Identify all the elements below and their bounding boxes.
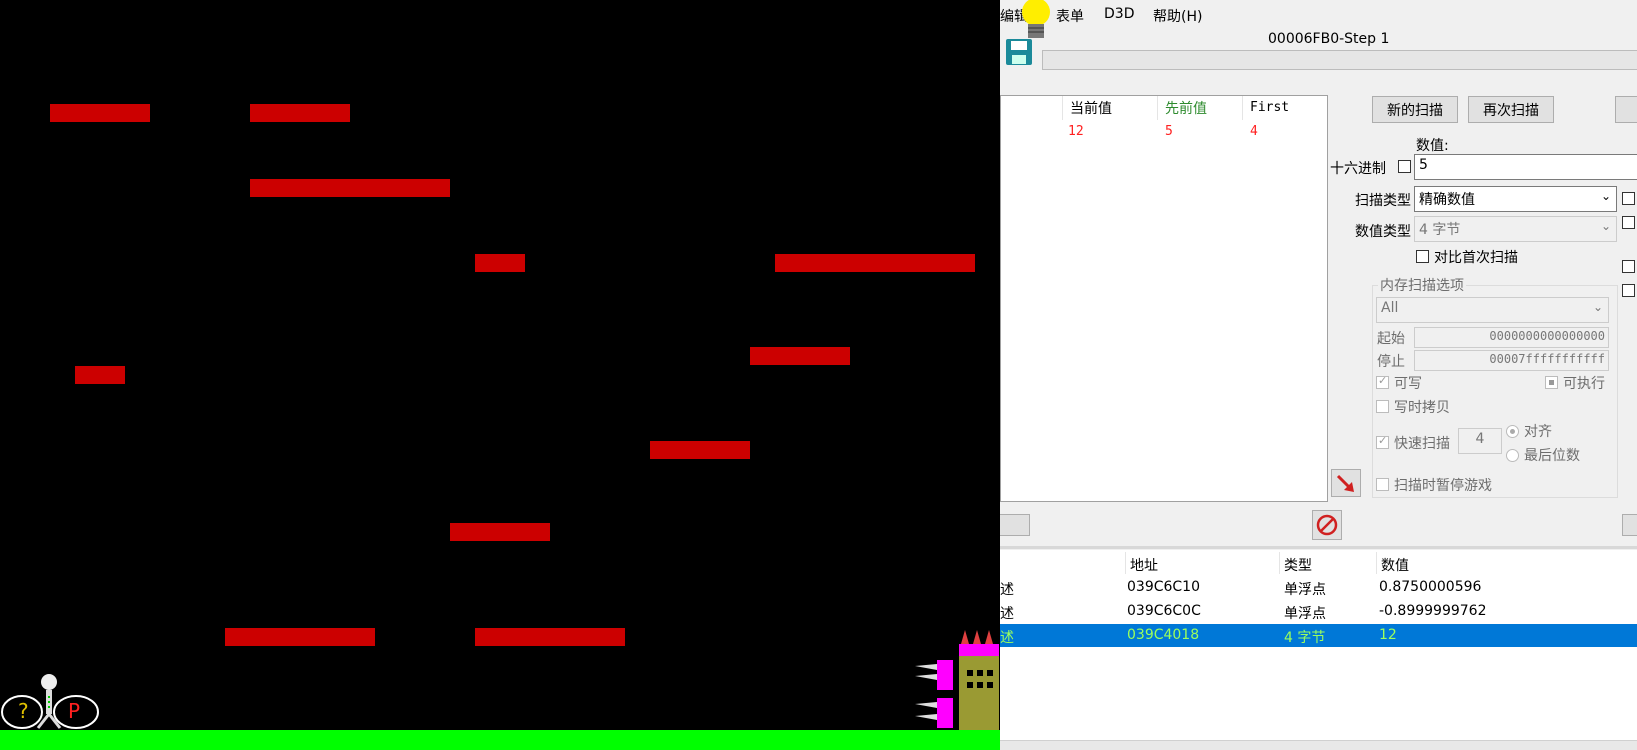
chevron-down-icon: ⌄ — [1592, 300, 1603, 314]
column-value[interactable]: 数值 — [1381, 555, 1409, 575]
entry-description[interactable]: 述 — [1000, 603, 1014, 623]
entry-type[interactable]: 4 字节 — [1284, 627, 1325, 647]
writable-checkbox[interactable]: ✓ — [1376, 374, 1389, 389]
menu-table[interactable]: 表单 — [1056, 6, 1084, 26]
copy-on-write-checkbox[interactable] — [1376, 400, 1389, 413]
entry-value[interactable]: -0.8999999762 — [1379, 603, 1486, 619]
platform — [450, 523, 550, 541]
platform — [225, 628, 375, 646]
value-label: 数值: — [1416, 138, 1449, 154]
start-label: 起始 — [1377, 331, 1405, 347]
column-current-value[interactable]: 当前值 — [1070, 98, 1112, 118]
value-input[interactable]: 5 — [1414, 154, 1637, 180]
column-first-value[interactable]: First — [1250, 100, 1289, 115]
horizontal-scrollbar[interactable] — [1000, 740, 1637, 750]
next-scan-button[interactable]: 再次扫描 — [1468, 96, 1554, 123]
platform — [775, 254, 975, 272]
scan-type-label: 扫描类型 — [1355, 193, 1411, 209]
memory-view-button[interactable] — [1000, 514, 1030, 536]
column-type[interactable]: 类型 — [1284, 555, 1312, 575]
writable-label: 可写 — [1394, 376, 1422, 392]
compare-first-checkbox[interactable] — [1416, 250, 1429, 263]
fast-scan-checkbox[interactable]: ✓ — [1376, 434, 1389, 449]
entry-address[interactable]: 039C4018 — [1127, 627, 1199, 643]
entry-type[interactable]: 单浮点 — [1284, 603, 1326, 623]
compare-first-label: 对比首次扫描 — [1434, 250, 1518, 266]
executable-label: 可执行 — [1563, 376, 1605, 392]
menu-d3d[interactable]: D3D — [1104, 6, 1134, 22]
column-previous-value[interactable]: 先前值 — [1165, 98, 1207, 118]
entry-value[interactable]: 0.8750000596 — [1379, 579, 1481, 595]
entry-description[interactable]: 述 — [1000, 579, 1014, 599]
process-title: 00006FB0-Step 1 — [1268, 31, 1390, 47]
platform — [475, 254, 525, 272]
last-digits-label: 最后位数 — [1524, 448, 1580, 464]
chevron-down-icon: ⌄ — [1600, 189, 1611, 203]
result-previous[interactable]: 5 — [1165, 124, 1173, 139]
ground — [0, 730, 1000, 750]
region-select[interactable]: All ⌄ — [1376, 297, 1609, 323]
scan-type-value: 精确数值 — [1419, 192, 1475, 208]
last-digits-radio[interactable] — [1506, 449, 1519, 462]
hex-label: 十六进制 — [1330, 161, 1386, 177]
cheat-engine-window: 编辑 表单 D3D 帮助(H) 00006FB0-Step 1 当前值 先前值 … — [1000, 0, 1637, 750]
platform — [75, 366, 125, 384]
memory-options-title: 内存扫描选项 — [1378, 275, 1466, 295]
entry-value[interactable]: 12 — [1379, 627, 1397, 643]
player-character — [1, 674, 99, 729]
align-label: 对齐 — [1524, 424, 1552, 440]
stop-address-input[interactable]: 00007fffffffffff — [1414, 350, 1609, 371]
copy-on-write-label: 写时拷贝 — [1394, 400, 1450, 416]
fast-scan-label: 快速扫描 — [1394, 436, 1450, 452]
right-checkbox[interactable] — [1622, 192, 1635, 205]
entry-type[interactable]: 单浮点 — [1284, 579, 1326, 599]
undo-scan-button[interactable] — [1615, 96, 1637, 123]
result-first[interactable]: 4 — [1250, 124, 1258, 139]
fast-scan-input[interactable]: 4 — [1458, 428, 1502, 454]
save-icon[interactable] — [1005, 38, 1033, 66]
platform — [250, 104, 350, 122]
result-current[interactable]: 12 — [1068, 124, 1084, 139]
column-address[interactable]: 地址 — [1130, 555, 1158, 575]
stop-label: 停止 — [1377, 354, 1405, 370]
platform — [750, 347, 850, 365]
value-type-value: 4 字节 — [1419, 222, 1461, 238]
stop-icon[interactable] — [1312, 510, 1342, 540]
chevron-down-icon: ⌄ — [1600, 219, 1611, 233]
splitter[interactable] — [1000, 546, 1637, 549]
scan-progress-bar — [1042, 50, 1637, 70]
hud-question: ? — [18, 699, 29, 723]
pause-game-checkbox[interactable] — [1376, 478, 1389, 491]
right-checkbox[interactable] — [1622, 260, 1635, 273]
entry-address[interactable]: 039C6C10 — [1127, 579, 1200, 595]
hex-checkbox[interactable] — [1398, 160, 1411, 173]
enemy-tower — [915, 630, 999, 730]
start-address-input[interactable]: 0000000000000000 — [1414, 327, 1609, 348]
add-to-list-button[interactable] — [1331, 469, 1361, 497]
platform — [50, 104, 150, 122]
hud-p: P — [68, 699, 81, 723]
align-radio[interactable] — [1506, 425, 1519, 438]
value-type-select[interactable]: 4 字节 ⌄ — [1414, 216, 1617, 242]
game-window[interactable]: ? P — [0, 0, 1000, 750]
lightbulb-icon — [1022, 0, 1050, 38]
entry-address[interactable]: 039C6C0C — [1127, 603, 1201, 619]
right-checkbox[interactable] — [1622, 216, 1635, 229]
platform — [475, 628, 625, 646]
executable-checkbox[interactable] — [1545, 376, 1558, 389]
new-scan-button[interactable]: 新的扫描 — [1372, 96, 1458, 123]
arrow-down-right-icon — [1336, 474, 1354, 492]
scan-type-select[interactable]: 精确数值 ⌄ — [1414, 186, 1617, 212]
right-checkbox[interactable] — [1622, 284, 1635, 297]
pause-game-label: 扫描时暂停游戏 — [1394, 478, 1492, 494]
value-type-label: 数值类型 — [1355, 224, 1411, 240]
menu-help[interactable]: 帮助(H) — [1153, 6, 1202, 26]
found-results-list[interactable] — [1000, 95, 1328, 502]
add-address-button[interactable] — [1622, 514, 1637, 536]
entry-description[interactable]: 述 — [1000, 627, 1014, 647]
platform — [250, 179, 450, 197]
platform — [650, 441, 750, 459]
